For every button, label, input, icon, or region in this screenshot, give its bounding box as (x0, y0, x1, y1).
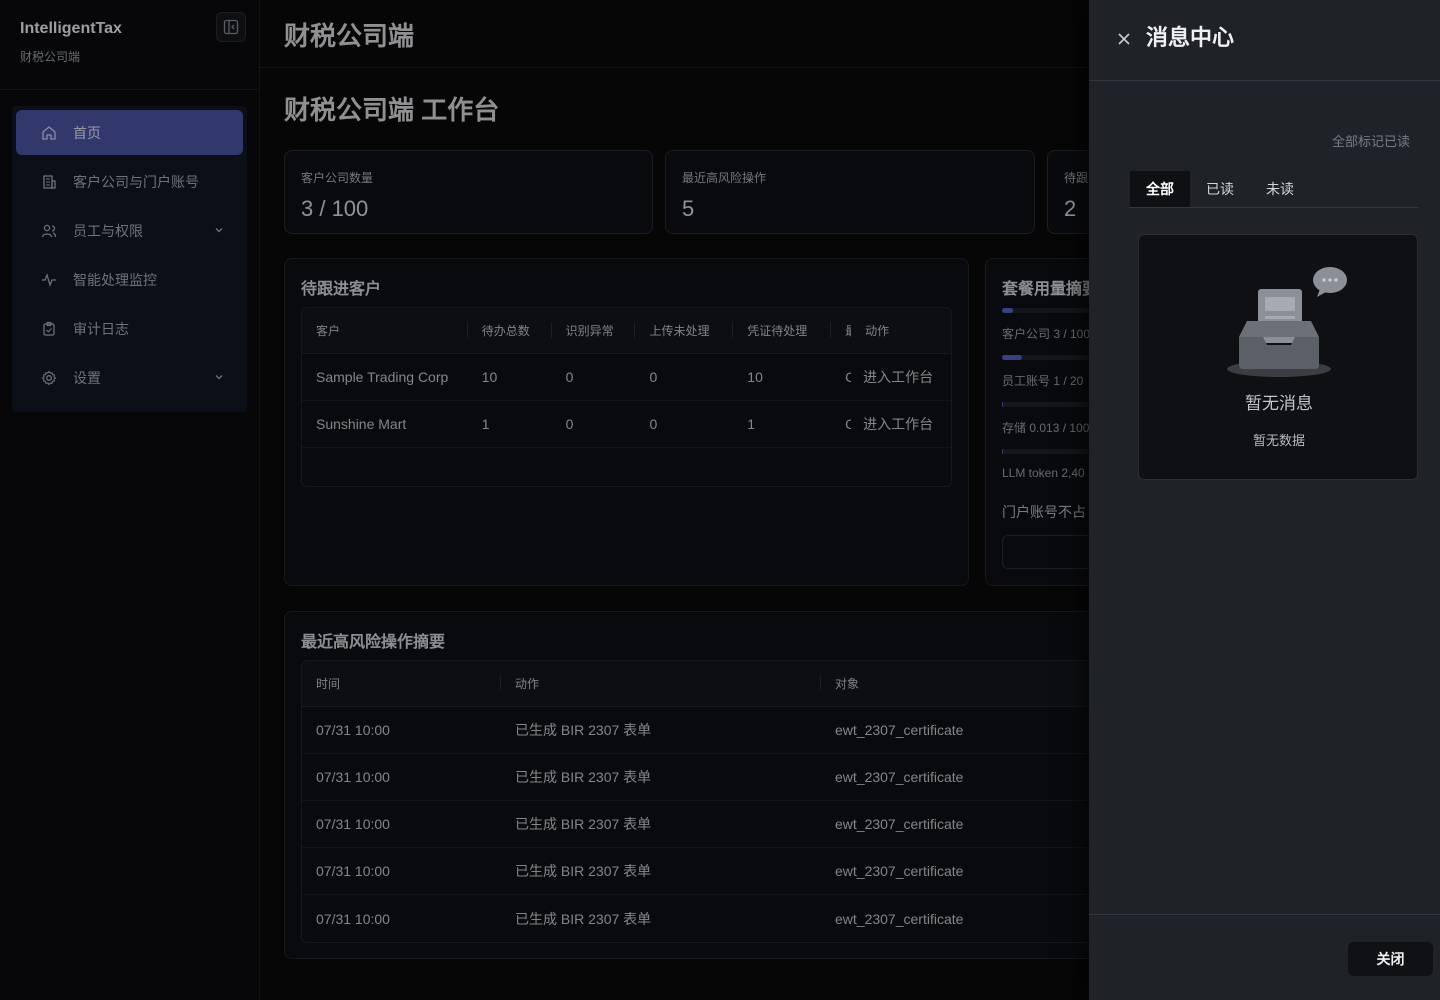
message-tabs: 全部 已读 未读 (1130, 171, 1419, 208)
modal-backdrop[interactable] (0, 0, 1089, 1000)
drawer-header: 消息中心 (1089, 0, 1440, 81)
drawer-close-button[interactable] (1113, 28, 1135, 50)
tab-read[interactable]: 已读 (1190, 171, 1250, 207)
drawer-title: 消息中心 (1146, 25, 1235, 50)
close-button[interactable]: 关闭 (1348, 942, 1433, 976)
empty-subtitle: 暂无数据 (1252, 433, 1305, 448)
empty-state: 暂无消息 暂无数据 (1138, 234, 1418, 480)
tab-unread[interactable]: 未读 (1250, 171, 1310, 207)
empty-inbox-icon (1227, 267, 1347, 377)
drawer-footer: 关闭 (1089, 914, 1440, 1000)
empty-title: 暂无消息 (1245, 394, 1313, 413)
mark-all-read-button[interactable]: 全部标记已读 (1332, 131, 1410, 150)
tab-all[interactable]: 全部 (1130, 171, 1190, 207)
message-center-drawer: 消息中心 全部标记已读 全部 已读 未读 暂无消息 暂无数据 关闭 (1089, 0, 1440, 1000)
close-icon (1118, 33, 1130, 45)
